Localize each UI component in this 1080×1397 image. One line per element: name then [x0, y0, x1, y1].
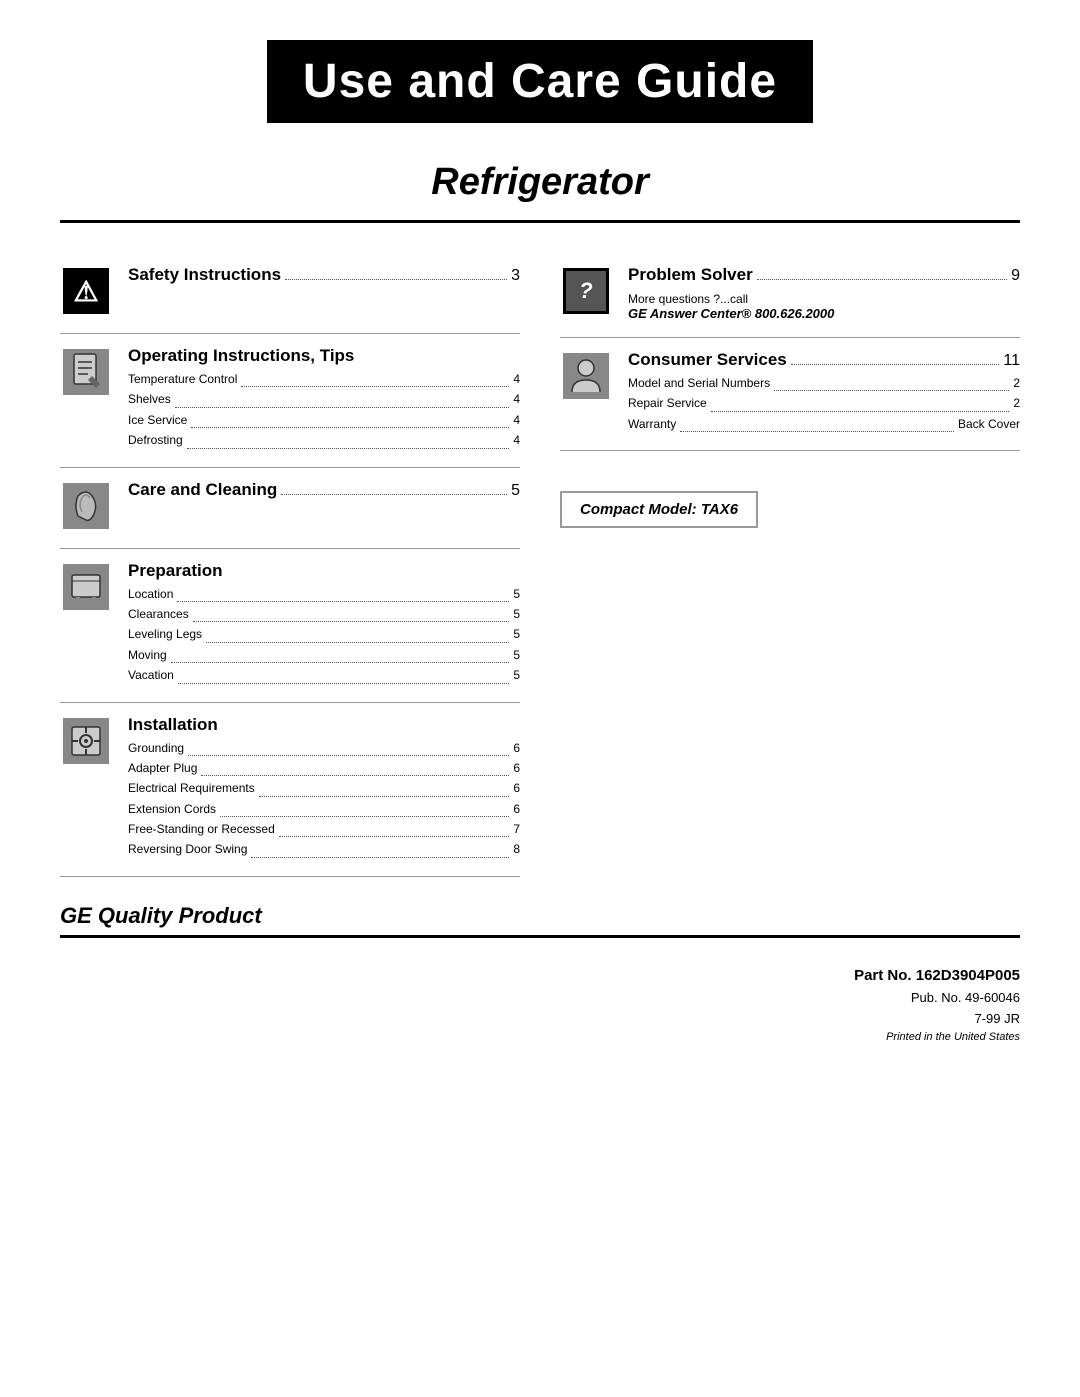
operating-icon-container	[60, 346, 112, 398]
list-item: Shelves 4	[128, 389, 520, 409]
section-consumer: Consumer Services 11 Model and Serial Nu…	[560, 338, 1020, 440]
header: Use and Care Guide	[0, 0, 1080, 143]
model-section: Compact Model: TAX6	[560, 451, 1020, 528]
installation-icon-container	[60, 715, 112, 767]
item-label: Temperature Control	[128, 369, 237, 389]
item-label: Defrosting	[128, 430, 183, 450]
safety-icon-container: ⚠	[60, 265, 112, 317]
question-icon: ?	[563, 268, 609, 314]
list-item: Extension Cords 6	[128, 799, 520, 819]
consumer-items: Model and Serial Numbers 2 Repair Servic…	[628, 373, 1020, 434]
item-label: Ice Service	[128, 410, 187, 430]
preparation-icon	[63, 564, 109, 610]
preparation-items: Location 5 Clearances 5 Leveling Legs 5	[128, 584, 520, 686]
problem-title: Problem Solver	[628, 265, 753, 285]
list-item: Defrosting 4	[128, 430, 520, 450]
footer-section: GE Quality Product	[0, 887, 1080, 938]
safety-title: Safety Instructions	[128, 265, 281, 285]
section-problem: ? Problem Solver 9 More questions ?...ca…	[560, 253, 1020, 327]
list-item: Reversing Door Swing 8	[128, 839, 520, 859]
problem-subtext: More questions ?...call	[628, 292, 1020, 306]
installation-items: Grounding 6 Adapter Plug 6 Electrical Re…	[128, 738, 520, 860]
consumer-body: Consumer Services 11 Model and Serial Nu…	[628, 350, 1020, 434]
section-preparation: Preparation Location 5 Clearances 5 Leve…	[60, 549, 520, 692]
main-content: ⚠ Safety Instructions 3	[0, 223, 1080, 887]
installation-title: Installation	[128, 715, 520, 735]
list-item: Repair Service 2	[628, 393, 1020, 413]
problem-body: Problem Solver 9 More questions ?...call…	[628, 265, 1020, 321]
item-page: 4	[513, 430, 520, 450]
ge-quality-label: GE Quality Product	[60, 903, 1020, 929]
care-icon	[63, 483, 109, 529]
item-label: Shelves	[128, 389, 171, 409]
list-item: Leveling Legs 5	[128, 624, 520, 644]
safety-dots	[285, 279, 507, 280]
installation-icon	[63, 718, 109, 764]
list-item: Adapter Plug 6	[128, 758, 520, 778]
item-page: 4	[513, 389, 520, 409]
pub-number: Pub. No. 49-60046	[0, 988, 1020, 1009]
list-item: Free-Standing or Recessed 7	[128, 819, 520, 839]
list-item: Grounding 6	[128, 738, 520, 758]
section-care: Care and Cleaning 5	[60, 468, 520, 538]
operating-items: Temperature Control 4 Shelves 4 Ice Serv…	[128, 369, 520, 451]
subtitle: Refrigerator	[0, 161, 1080, 204]
section-installation: Installation Grounding 6 Adapter Plug 6 …	[60, 703, 520, 866]
consumer-page: 11	[1003, 352, 1020, 370]
list-item: Ice Service 4	[128, 410, 520, 430]
preparation-icon-container	[60, 561, 112, 613]
operating-body: Operating Instructions, Tips Temperature…	[128, 346, 520, 451]
consumer-icon-container	[560, 350, 612, 402]
list-item: Model and Serial Numbers 2	[628, 373, 1020, 393]
item-page: 4	[513, 410, 520, 430]
consumer-title: Consumer Services	[628, 350, 787, 370]
safety-page: 3	[511, 267, 520, 285]
list-item: Warranty Back Cover	[628, 414, 1020, 434]
preparation-body: Preparation Location 5 Clearances 5 Leve…	[128, 561, 520, 686]
left-column: ⚠ Safety Instructions 3	[60, 253, 520, 877]
footer-divider	[60, 935, 1020, 938]
part-number: Part No. 162D3904P005	[0, 964, 1020, 988]
care-title: Care and Cleaning	[128, 480, 277, 500]
list-item: Temperature Control 4	[128, 369, 520, 389]
care-page: 5	[511, 482, 520, 500]
safety-body: Safety Instructions 3	[128, 265, 520, 288]
care-body: Care and Cleaning 5	[128, 480, 520, 503]
section-safety: ⚠ Safety Instructions 3	[60, 253, 520, 323]
problem-icon-container: ?	[560, 265, 612, 317]
preparation-title: Preparation	[128, 561, 520, 581]
printed-label: Printed in the United States	[0, 1029, 1020, 1047]
operating-title: Operating Instructions, Tips	[128, 346, 520, 366]
ge-answer-label: GE Answer Center® 800.626.2000	[628, 306, 1020, 321]
list-item: Electrical Requirements 6	[128, 778, 520, 798]
warning-icon: ⚠	[63, 268, 109, 314]
list-item: Clearances 5	[128, 604, 520, 624]
model-box: Compact Model: TAX6	[560, 491, 758, 528]
consumer-icon	[563, 353, 609, 399]
installation-body: Installation Grounding 6 Adapter Plug 6 …	[128, 715, 520, 860]
problem-page: 9	[1011, 267, 1020, 285]
item-page: 4	[513, 369, 520, 389]
date-label: 7-99 JR	[0, 1009, 1020, 1030]
list-item: Vacation 5	[128, 665, 520, 685]
list-item: Moving 5	[128, 645, 520, 665]
operating-icon	[63, 349, 109, 395]
subtitle-section: Refrigerator	[0, 143, 1080, 212]
section-operating: Operating Instructions, Tips Temperature…	[60, 334, 520, 457]
care-icon-container	[60, 480, 112, 532]
right-column: ? Problem Solver 9 More questions ?...ca…	[560, 253, 1020, 877]
part-info: Part No. 162D3904P005 Pub. No. 49-60046 …	[0, 954, 1080, 1067]
main-title: Use and Care Guide	[267, 40, 813, 123]
list-item: Location 5	[128, 584, 520, 604]
installation-divider	[60, 876, 520, 877]
